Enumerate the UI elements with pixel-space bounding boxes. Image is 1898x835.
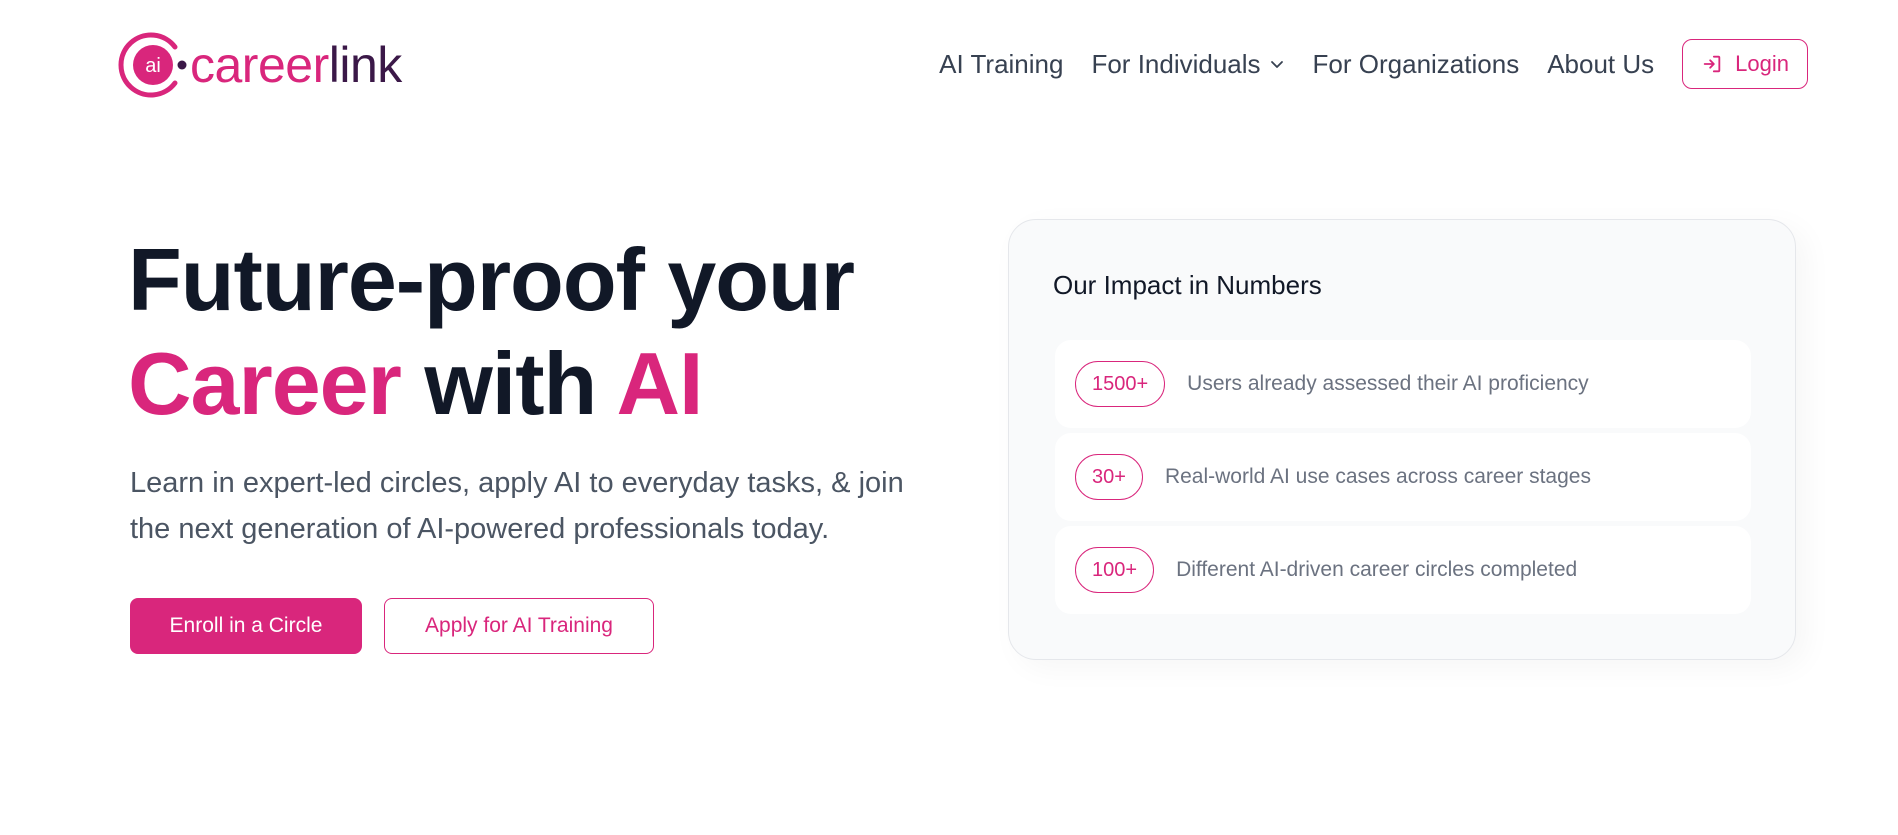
hero-title-ai: AI [616, 334, 703, 433]
stat-description: Different AI-driven career circles compl… [1176, 558, 1578, 581]
stat-description: Real-world AI use cases across career st… [1164, 465, 1591, 488]
hero-title-with: with [424, 334, 597, 433]
impact-card: Our Impact in Numbers 1500+ Users alread… [1008, 219, 1796, 660]
hero-title: Future-proof your Career with AI [128, 228, 855, 436]
stat-value-badge: 30+ [1075, 454, 1143, 500]
nav-for-organizations-label: For Organizations [1312, 48, 1520, 79]
hero-title-line1: Future-proof your [128, 230, 855, 329]
brand-name: careerlink [190, 40, 402, 90]
brand-name-part1: career [190, 37, 329, 93]
brand-logo[interactable]: ai careerlink [118, 30, 402, 100]
hero-subtitle: Learn in expert-led circles, apply AI to… [130, 467, 904, 545]
apply-training-button[interactable]: Apply for AI Training [384, 598, 654, 654]
stat-row: 30+ Real-world AI use cases across caree… [1055, 433, 1751, 521]
logo-mark-icon: ai [118, 30, 188, 100]
nav-ai-training-label: AI Training [939, 48, 1064, 79]
chevron-down-icon [1270, 61, 1283, 68]
impact-title: Our Impact in Numbers [1053, 270, 1322, 300]
nav-for-individuals[interactable]: For Individuals [1091, 49, 1284, 80]
stat-description: Users already assessed their AI proficie… [1187, 372, 1589, 395]
site-header: ai careerlink AI Training For Individual… [0, 0, 1898, 130]
nav-for-organizations[interactable]: For Organizations [1313, 49, 1520, 80]
login-arrow-icon [1703, 55, 1721, 73]
login-button[interactable]: Login [1682, 39, 1808, 89]
nav-about-us-label: About Us [1547, 48, 1655, 79]
stat-value-badge: 1500+ [1075, 361, 1166, 407]
stat-row: 1500+ Users already assessed their AI pr… [1055, 340, 1751, 428]
login-label: Login [1735, 51, 1789, 76]
main-nav: AI Training For Individuals For Organiza… [939, 38, 1808, 90]
nav-ai-training[interactable]: AI Training [939, 49, 1063, 80]
stat-row: 100+ Different AI-driven career circles … [1055, 526, 1751, 614]
stat-value-badge: 100+ [1075, 547, 1155, 593]
enroll-circle-button[interactable]: Enroll in a Circle [130, 598, 362, 654]
hero-title-career: Career [128, 334, 402, 433]
nav-for-individuals-label: For Individuals [1091, 48, 1261, 79]
brand-name-part2: link [328, 37, 403, 93]
nav-about-us[interactable]: About Us [1547, 49, 1654, 80]
logo-icon-text: ai [145, 55, 161, 77]
